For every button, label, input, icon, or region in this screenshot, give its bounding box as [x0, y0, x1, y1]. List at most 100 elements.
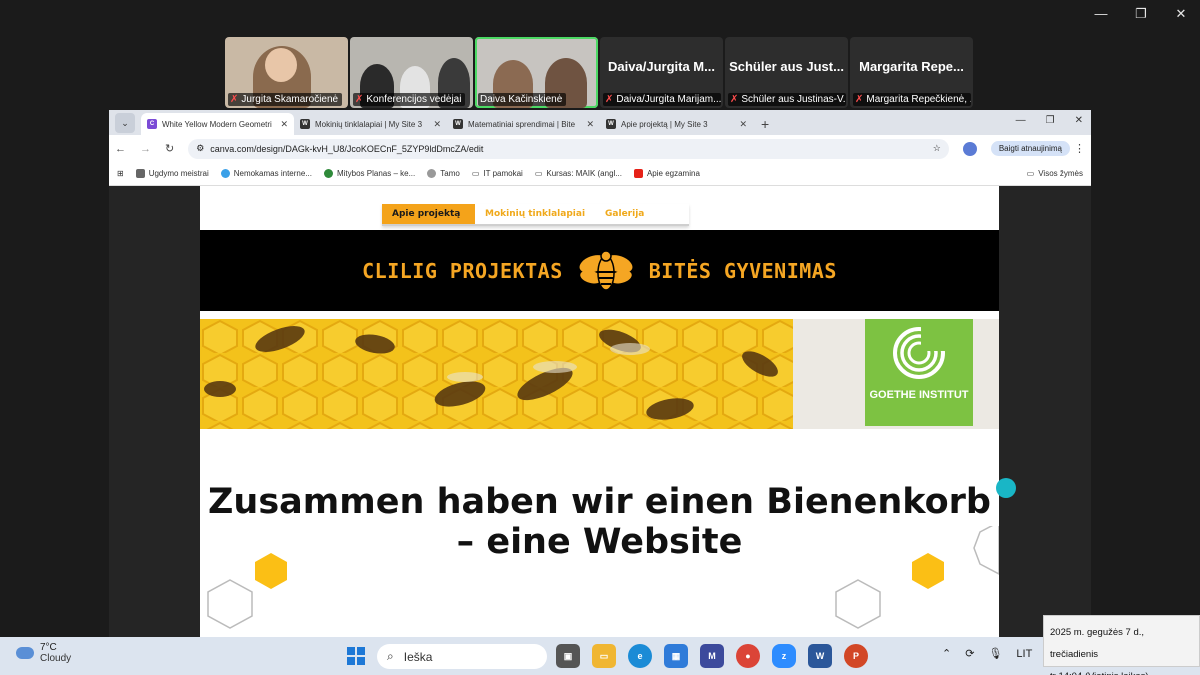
- page-viewport: Apie projektą Mokinių tinklalapiai Galer…: [109, 186, 1091, 637]
- participant-tile[interactable]: ✗ Jurgita Skamaročienė: [225, 37, 348, 108]
- new-tab-button[interactable]: +: [761, 116, 769, 132]
- headline-line-1: Zusammen haben wir einen Bienenkorb: [208, 482, 991, 522]
- microphone-icon[interactable]: 🎙: [988, 647, 1002, 660]
- weather-widget[interactable]: 7°C Cloudy: [16, 642, 71, 664]
- bookmark-star-icon[interactable]: ☆: [933, 143, 941, 154]
- close-icon[interactable]: ✕: [1075, 115, 1083, 126]
- browser-tab[interactable]: C White Yellow Modern Geometri ✕: [141, 113, 294, 135]
- browser-tab[interactable]: W Apie projektą | My Site 3 ✕: [600, 113, 753, 135]
- mic-muted-icon: ✗: [605, 94, 614, 105]
- wix-favicon-icon: W: [300, 119, 310, 129]
- file-explorer-icon[interactable]: ▭: [592, 644, 616, 668]
- back-icon[interactable]: ←: [115, 143, 126, 155]
- search-placeholder: Ieška: [403, 649, 433, 664]
- screen: — ❐ ✕ ✗ Jurgita Skamaročienė ✗ Konferencij…: [0, 0, 1200, 675]
- close-icon[interactable]: ✕: [1172, 6, 1190, 22]
- tab-title: Mokinių tinklalapiai | My Site 3: [315, 119, 423, 129]
- participant-face: [265, 48, 297, 82]
- forward-icon[interactable]: →: [140, 143, 151, 155]
- browser-window-controls: — ❐ ✕: [1016, 115, 1083, 126]
- bookmark-item[interactable]: Mitybos Planas – ke...: [323, 169, 415, 178]
- participant-strip: ✗ Jurgita Skamaročienė ✗ Konferencijos ved…: [225, 37, 975, 108]
- nav-item-apie-projekta[interactable]: Apie projektą: [382, 204, 475, 224]
- bookmark-folder[interactable]: ▭ IT pamokai: [472, 169, 523, 178]
- edge-icon[interactable]: e: [628, 644, 652, 668]
- participant-label: ✗ Konferencijos vedėjai: [353, 93, 466, 106]
- tab-close-icon[interactable]: ✕: [433, 119, 441, 130]
- bookmark-favicon-icon: [323, 169, 333, 178]
- bookmark-item[interactable]: Tamo: [427, 169, 460, 178]
- address-bar[interactable]: ⚙ canva.com/design/DAGk-kvH_U8/JcoKOECnF…: [188, 138, 949, 159]
- taskbar-search[interactable]: ⌕ Ieška: [377, 644, 547, 669]
- participant-tile[interactable]: ✗ Konferencijos vedėjai: [350, 37, 473, 108]
- folder-icon: ▭: [1026, 169, 1035, 178]
- mic-muted-icon: ✗: [730, 94, 739, 105]
- mic-muted-icon: ✗: [355, 94, 364, 105]
- participant-name: Daiva/Jurgita M...: [608, 59, 715, 74]
- more-menu-icon[interactable]: ⋮: [1074, 142, 1085, 155]
- browser-window: ⌄ C White Yellow Modern Geometri ✕ W Mok…: [109, 110, 1091, 637]
- participant-tile-active-speaker[interactable]: Daiva Kačinskienė: [475, 37, 598, 108]
- all-bookmarks[interactable]: ▭ Visos žymės: [1027, 169, 1083, 178]
- participant-label: ✗ Schüler aus Justinas-V...: [728, 93, 846, 106]
- tab-search-icon[interactable]: ⌄: [115, 113, 135, 133]
- word-icon[interactable]: W: [808, 644, 832, 668]
- tab-close-icon[interactable]: ✕: [739, 119, 747, 130]
- nav-item-galerija[interactable]: Galerija: [595, 204, 654, 224]
- bookmark-item[interactable]: Nemokamas interne...: [220, 169, 312, 178]
- url-text: canva.com/design/DAGk-kvH_U8/JcoKOECnF_5…: [210, 143, 484, 154]
- weather-condition: Cloudy: [40, 653, 72, 664]
- restore-icon[interactable]: ❐: [1132, 6, 1150, 22]
- bookmark-favicon-icon: [427, 169, 437, 178]
- resume-update-button[interactable]: Baigti atnaujinimą: [990, 141, 1070, 156]
- chrome-icon[interactable]: ●: [736, 644, 760, 668]
- website-page: Apie projektą Mokinių tinklalapiai Galer…: [200, 186, 999, 637]
- browser-tab[interactable]: W Mokinių tinklalapiai | My Site 3 ✕: [294, 113, 447, 135]
- participant-label: ✗ Jurgita Skamaročienė: [228, 93, 343, 106]
- goethe-institut-text: GOETHE INSTITUT: [869, 389, 969, 401]
- participant-tile[interactable]: Daiva/Jurgita M... ✗ Daiva/Jurgita Marija…: [600, 37, 723, 108]
- site-info-icon[interactable]: ⚙: [196, 143, 204, 154]
- canva-favicon-icon: C: [147, 119, 157, 129]
- apps-grid-icon[interactable]: ⊞: [117, 169, 124, 178]
- tab-close-icon[interactable]: ✕: [280, 119, 288, 130]
- app-icon[interactable]: M: [700, 644, 724, 668]
- powerpoint-icon[interactable]: P: [844, 644, 868, 668]
- bookmark-folder[interactable]: ▭ Kursas: MAIK (angl...: [535, 169, 622, 178]
- tab-title: White Yellow Modern Geometri: [162, 119, 272, 129]
- clock-time: tr 14:04 (Vietinis laikas): [1050, 666, 1193, 675]
- hexagon-decoration: [207, 526, 999, 629]
- reload-icon[interactable]: ↻: [165, 142, 174, 155]
- browser-tab[interactable]: W Matematiniai sprendimai | Bite ✕: [447, 113, 600, 135]
- cursor-indicator: [996, 478, 1016, 498]
- honeycomb-bees-image: [200, 319, 793, 429]
- windows-start-icon[interactable]: [347, 647, 365, 665]
- search-icon: ⌕: [387, 649, 394, 663]
- task-view-icon[interactable]: ▣: [556, 644, 580, 668]
- window-controls: — ❐ ✕: [1092, 6, 1190, 22]
- bookmark-item[interactable]: Ugdymo meistrai: [135, 169, 209, 178]
- zoom-icon[interactable]: z: [772, 644, 796, 668]
- minimize-icon[interactable]: —: [1016, 115, 1026, 126]
- store-icon[interactable]: ▦: [664, 644, 688, 668]
- tab-bar: ⌄ C White Yellow Modern Geometri ✕ W Mok…: [109, 110, 1091, 135]
- participant-tile[interactable]: Schüler aus Just... ✗ Schüler aus Justina…: [725, 37, 848, 108]
- participant-tile[interactable]: Margarita Repe... ✗ Margarita Repečkienė,…: [850, 37, 973, 108]
- sync-icon[interactable]: ⟳: [965, 647, 974, 660]
- profile-icon[interactable]: [962, 141, 977, 156]
- participant-label: Daiva Kačinskienė: [478, 93, 567, 106]
- youtube-icon: [633, 169, 643, 178]
- nav-item-mokiniu-tinklalapiai[interactable]: Mokinių tinklalapiai: [475, 204, 595, 224]
- minimize-icon[interactable]: —: [1092, 6, 1110, 22]
- goethe-logo-icon: [893, 327, 949, 379]
- language-indicator[interactable]: LIT: [1016, 648, 1032, 660]
- taskbar-apps: ▣ ▭ e ▦ M ● z W P: [556, 644, 868, 668]
- cloud-icon: [16, 647, 34, 659]
- tab-close-icon[interactable]: ✕: [586, 119, 594, 130]
- site-nav: Apie projektą Mokinių tinklalapiai Galer…: [382, 204, 689, 226]
- header-banner: CLILIG PROJEKTAS BITĖS GYVENIMAS: [200, 230, 999, 311]
- chevron-up-icon[interactable]: ⌃: [942, 647, 951, 660]
- bookmark-item[interactable]: Apie egzamina: [633, 169, 700, 178]
- folder-icon: ▭: [534, 169, 543, 178]
- restore-icon[interactable]: ❐: [1046, 115, 1055, 126]
